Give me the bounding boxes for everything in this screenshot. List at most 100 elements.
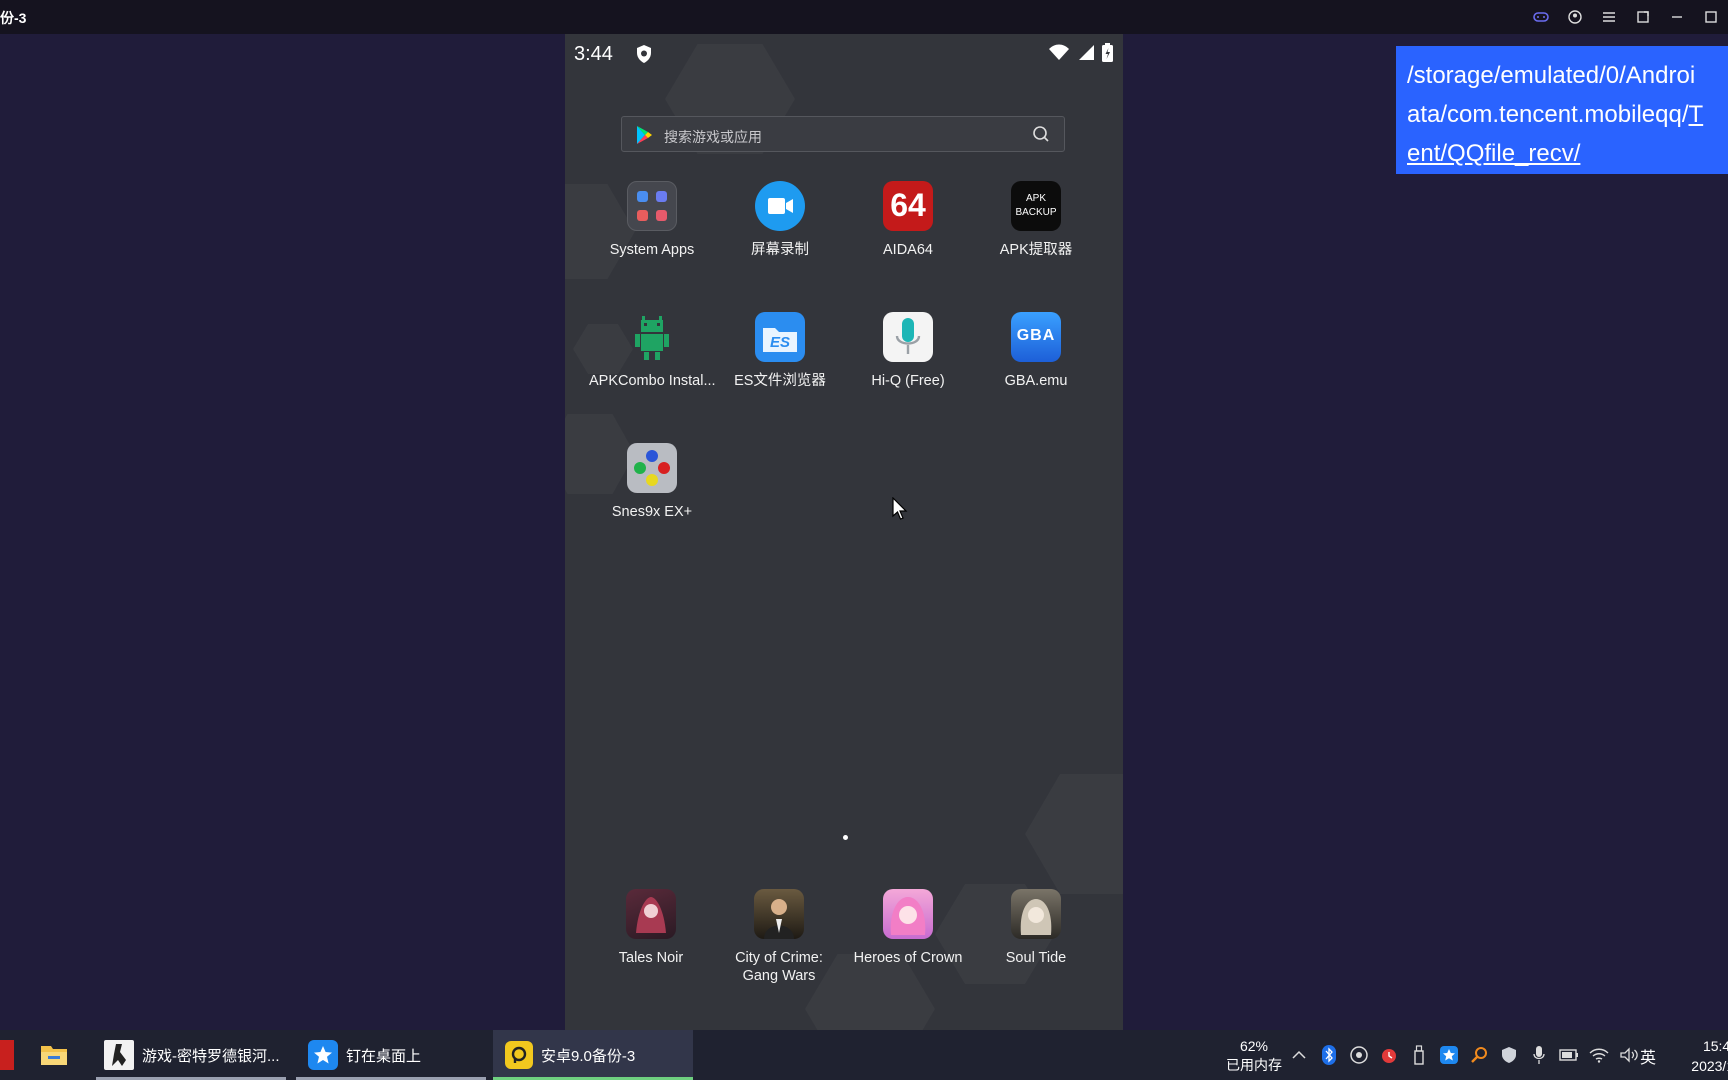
emulator-app-icon — [505, 1041, 533, 1069]
app-label: City of Crime: Gang Wars — [735, 950, 823, 984]
battery-charging-icon — [1102, 43, 1113, 62]
alarm-clock-icon[interactable] — [1378, 1044, 1400, 1066]
app-label: AIDA64 — [883, 242, 933, 258]
app-label: Snes9x EX+ — [611, 504, 693, 520]
gamepad-icon[interactable] — [1524, 0, 1558, 34]
battery-icon[interactable] — [1558, 1044, 1580, 1066]
usb-drive-icon[interactable] — [1408, 1044, 1430, 1066]
mouse-cursor-icon — [892, 497, 908, 520]
app-label: ES文件浏览器 — [734, 373, 826, 389]
file-path-link[interactable]: T — [1689, 101, 1704, 128]
gba-emu-icon: GBA — [1011, 312, 1061, 362]
taskbar-file-explorer[interactable] — [40, 1030, 78, 1080]
aida64-icon: 64 — [883, 181, 933, 231]
file-path-popup[interactable]: /storage/emulated/0/Androi ata/com.tence… — [1396, 46, 1728, 174]
heroes-of-crown-icon — [883, 889, 933, 939]
emulator-titlebar: 备份-3 — [0, 0, 1728, 34]
system-tray: 62% 已用内存 英 15:44 2023/1/ — [1200, 1030, 1728, 1080]
search-placeholder: 搜索游戏或应用 — [664, 129, 762, 145]
app-aida64[interactable]: 64 AIDA64 — [845, 181, 971, 259]
tales-noir-icon — [626, 889, 676, 939]
memory-usage[interactable]: 62% 已用内存 — [1214, 1037, 1294, 1075]
app-apk-extractor[interactable]: APK BACKUP APK提取器 — [973, 181, 1099, 259]
app-screen-recorder[interactable]: 屏幕录制 — [717, 181, 843, 259]
obs-icon[interactable] — [1348, 1044, 1370, 1066]
app-label: GBA.emu — [1004, 373, 1068, 389]
taskbar-game-window[interactable]: 游戏-密特罗德银河... — [96, 1030, 286, 1080]
play-store-search-bar[interactable]: 搜索游戏或应用 — [621, 116, 1065, 152]
popout-icon[interactable] — [1626, 0, 1660, 34]
search-key-icon[interactable] — [1468, 1044, 1490, 1066]
folder-icon — [627, 181, 677, 231]
speaker-icon[interactable] — [1618, 1044, 1640, 1066]
shield-icon — [637, 45, 651, 63]
folder-icon — [41, 1046, 67, 1065]
app-label: 屏幕录制 — [751, 242, 809, 258]
taskbar-pin-to-desktop[interactable]: 钉在桌面上 — [296, 1030, 486, 1080]
dock-app-tales-noir[interactable]: Tales Noir — [588, 889, 714, 967]
app-label: System Apps — [609, 242, 695, 258]
microphone-icon — [883, 312, 933, 362]
app-label: APK提取器 — [999, 242, 1073, 258]
apk-backup-icon: APK BACKUP — [1011, 181, 1061, 231]
window-title: 备份-3 — [0, 10, 27, 26]
android-screen[interactable]: 3:44 搜索游戏或应用 System Apps 屏幕录制 64 AIDA64 … — [565, 34, 1123, 1030]
app-hi-q-recorder[interactable]: Hi-Q (Free) — [845, 312, 971, 390]
wifi-icon — [1049, 44, 1069, 60]
taskbar-clock[interactable]: 15:44 2023/1/ — [1674, 1036, 1728, 1076]
dock-app-heroes-of-crown[interactable]: Heroes of Crown — [845, 889, 971, 967]
maximize-icon[interactable] — [1694, 0, 1728, 34]
dock-app-city-of-crime[interactable]: City of Crime: Gang Wars — [716, 889, 842, 985]
clock-time: 15:44 — [1702, 1038, 1728, 1054]
app-label: Soul Tide — [1005, 950, 1067, 966]
search-icon[interactable] — [1032, 125, 1050, 143]
pin-star-tray-icon[interactable] — [1438, 1044, 1460, 1066]
minimize-icon[interactable] — [1660, 0, 1694, 34]
signal-icon — [1079, 45, 1094, 60]
partial-app-icon — [0, 1040, 14, 1070]
memory-percent: 62% — [1239, 1038, 1269, 1054]
account-icon[interactable] — [1558, 0, 1592, 34]
google-play-icon — [637, 126, 652, 144]
snes-controller-icon — [627, 443, 677, 493]
app-es-file-explorer[interactable]: ES ES文件浏览器 — [717, 312, 843, 390]
status-system-icons — [1048, 43, 1113, 62]
file-path-link[interactable]: ent/QQfile_recv/ — [1407, 140, 1580, 167]
soul-tide-icon — [1011, 889, 1061, 939]
wallpaper-hexagon — [1025, 774, 1123, 894]
dock-app-soul-tide[interactable]: Soul Tide — [973, 889, 1099, 967]
input-language-indicator[interactable]: 英 — [1640, 1044, 1656, 1068]
taskbar-item-label: 钉在桌面上 — [346, 1047, 422, 1065]
clock-date: 2023/1/ — [1691, 1058, 1728, 1074]
app-snes9x[interactable]: Snes9x EX+ — [589, 443, 715, 521]
app-apkcombo-installer[interactable]: APKCombo Instal... — [589, 312, 716, 390]
microphone-icon[interactable] — [1528, 1044, 1550, 1066]
chevron-up-icon[interactable] — [1288, 1044, 1310, 1066]
wifi-icon[interactable] — [1588, 1044, 1610, 1066]
memory-label: 已用内存 — [1226, 1057, 1282, 1073]
menu-icon[interactable] — [1592, 0, 1626, 34]
app-label: Hi-Q (Free) — [871, 373, 945, 389]
file-path-text[interactable]: /storage/emulated/0/Androi ata/com.tence… — [1407, 56, 1728, 173]
app-label: Tales Noir — [618, 950, 684, 966]
app-system-apps[interactable]: System Apps — [589, 181, 715, 259]
tray-icons — [1288, 1044, 1640, 1066]
page-indicator — [843, 835, 848, 840]
taskbar-item-label: 安卓9.0备份-3 — [541, 1047, 636, 1065]
status-time: 3:44 — [574, 43, 613, 65]
taskbar-item-label: 游戏-密特罗德银河... — [142, 1047, 280, 1065]
city-of-crime-icon — [754, 889, 804, 939]
titlebar-controls — [1524, 0, 1728, 34]
windows-taskbar: 游戏-密特罗德银河... 钉在桌面上 安卓9.0备份-3 62% 已用内存 英 … — [0, 1030, 1728, 1080]
taskbar-partial-app[interactable] — [0, 1030, 14, 1080]
taskbar-android-emulator[interactable]: 安卓9.0备份-3 — [493, 1030, 693, 1080]
security-shield-icon[interactable] — [1498, 1044, 1520, 1066]
video-camera-icon — [755, 181, 805, 231]
pin-star-icon — [308, 1040, 338, 1070]
game-window-icon — [104, 1040, 134, 1070]
es-file-explorer-icon: ES — [755, 312, 805, 362]
app-label: Heroes of Crown — [853, 950, 963, 966]
bluetooth-icon[interactable] — [1318, 1044, 1340, 1066]
app-gba-emu[interactable]: GBA GBA.emu — [973, 312, 1099, 390]
app-label: APKCombo Instal... — [589, 373, 716, 389]
